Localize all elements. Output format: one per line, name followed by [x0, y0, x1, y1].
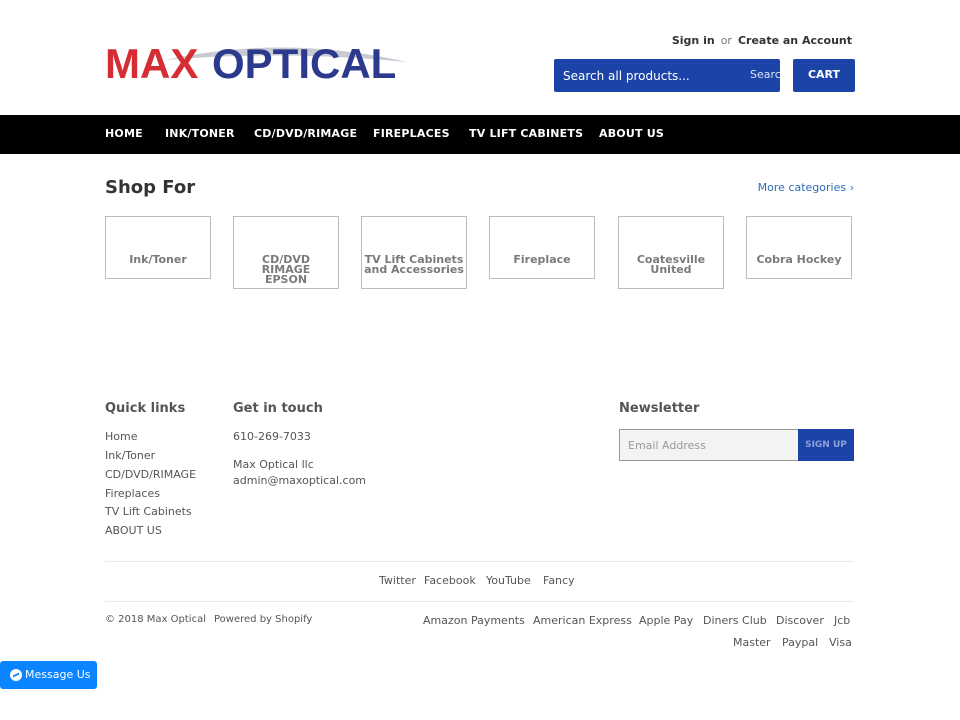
message-us-label: Message Us — [25, 668, 91, 681]
create-account-link[interactable]: Create an Account — [738, 34, 852, 47]
social-twitter-link[interactable]: Twitter — [379, 574, 416, 587]
contact-company: Max Optical llc — [233, 458, 314, 471]
contact-phone: 610-269-7033 — [233, 430, 311, 443]
footer-link-ink-toner[interactable]: Ink/Toner — [105, 449, 155, 462]
logo-optical-text: OPTICAL — [212, 40, 396, 84]
shop-for-title: Shop For — [105, 177, 196, 198]
category-tile-cd-dvd[interactable]: CD/DVD RIMAGE EPSON — [233, 216, 339, 289]
payment-discover: Discover — [776, 614, 824, 627]
messenger-icon — [10, 669, 22, 681]
nav-tv-lift-cabinets[interactable]: TV LIFT CABINETS — [469, 127, 583, 140]
account-links: Sign in or Create an Account — [672, 34, 852, 47]
powered-by-shopify-link[interactable]: Powered by Shopify — [214, 614, 312, 625]
payment-master: Master — [733, 636, 771, 649]
nav-fireplaces[interactable]: FIREPLACES — [373, 127, 450, 140]
payment-jcb: Jcb — [834, 614, 851, 627]
category-tile-ink-toner[interactable]: Ink/Toner — [105, 216, 211, 279]
category-tile-label: Ink/Toner — [129, 253, 187, 266]
more-categories-link[interactable]: More categories › — [758, 181, 854, 194]
category-tile-label: Coatesville United — [636, 253, 706, 276]
category-tile-label: Cobra Hockey — [756, 253, 842, 266]
newsletter-signup-button[interactable]: SIGN UP — [798, 429, 854, 461]
category-tile-fireplace[interactable]: Fireplace — [489, 216, 595, 279]
payment-american-express: American Express — [533, 614, 632, 627]
footer-link-fireplaces[interactable]: Fireplaces — [105, 487, 160, 500]
payment-diners-club: Diners Club — [703, 614, 767, 627]
social-youtube-link[interactable]: YouTube — [486, 574, 531, 587]
main-nav: HOME INK/TONER CD/DVD/RIMAGE FIREPLACES … — [0, 115, 960, 154]
category-tile-label: CD/DVD RIMAGE EPSON — [261, 253, 311, 286]
quick-links-title: Quick links — [105, 401, 186, 416]
nav-ink-toner[interactable]: INK/TONER — [165, 127, 235, 140]
account-or-text: or — [720, 34, 732, 47]
footer-link-home[interactable]: Home — [105, 430, 137, 443]
payment-paypal: Paypal — [782, 636, 819, 649]
contact-email[interactable]: admin@maxoptical.com — [233, 474, 366, 487]
get-in-touch-title: Get in touch — [233, 401, 323, 416]
payment-amazon-payments: Amazon Payments — [423, 614, 525, 627]
search-bar: Search — [554, 59, 780, 92]
footer-link-tv-lift-cabinets[interactable]: TV Lift Cabinets — [105, 505, 192, 518]
payment-apple-pay: Apple Pay — [639, 614, 694, 627]
category-tile-cobra-hockey[interactable]: Cobra Hockey — [746, 216, 852, 279]
footer-link-about-us[interactable]: ABOUT US — [105, 524, 162, 537]
category-tile-label: TV Lift Cabinets and Accessories — [364, 253, 464, 276]
nav-cd-dvd-rimage[interactable]: CD/DVD/RIMAGE — [254, 127, 357, 140]
nav-about-us[interactable]: ABOUT US — [599, 127, 664, 140]
newsletter-email-input[interactable] — [619, 429, 799, 461]
search-input[interactable] — [554, 59, 734, 92]
newsletter-title: Newsletter — [619, 401, 700, 416]
cart-button[interactable]: CART — [793, 59, 855, 92]
category-tile-label: Fireplace — [513, 253, 571, 266]
search-button[interactable]: Search — [750, 68, 780, 81]
message-us-button[interactable]: Message Us — [0, 661, 97, 689]
footer-divider-top — [105, 561, 854, 562]
category-tile-coatesville[interactable]: Coatesville United — [618, 216, 724, 289]
payment-visa: Visa — [829, 636, 852, 649]
social-fancy-link[interactable]: Fancy — [543, 574, 575, 587]
max-optical-logo[interactable]: MAX OPTICAL — [105, 40, 407, 84]
footer-divider-bottom — [105, 601, 854, 602]
copyright-text: © 2018 Max Optical — [105, 614, 206, 625]
sign-in-link[interactable]: Sign in — [672, 34, 715, 47]
nav-home[interactable]: HOME — [105, 127, 143, 140]
footer-link-cd-dvd-rimage[interactable]: CD/DVD/RIMAGE — [105, 468, 196, 481]
logo-max-text: MAX — [105, 40, 198, 84]
category-tile-tv-lift[interactable]: TV Lift Cabinets and Accessories — [361, 216, 467, 289]
social-facebook-link[interactable]: Facebook — [424, 574, 476, 587]
